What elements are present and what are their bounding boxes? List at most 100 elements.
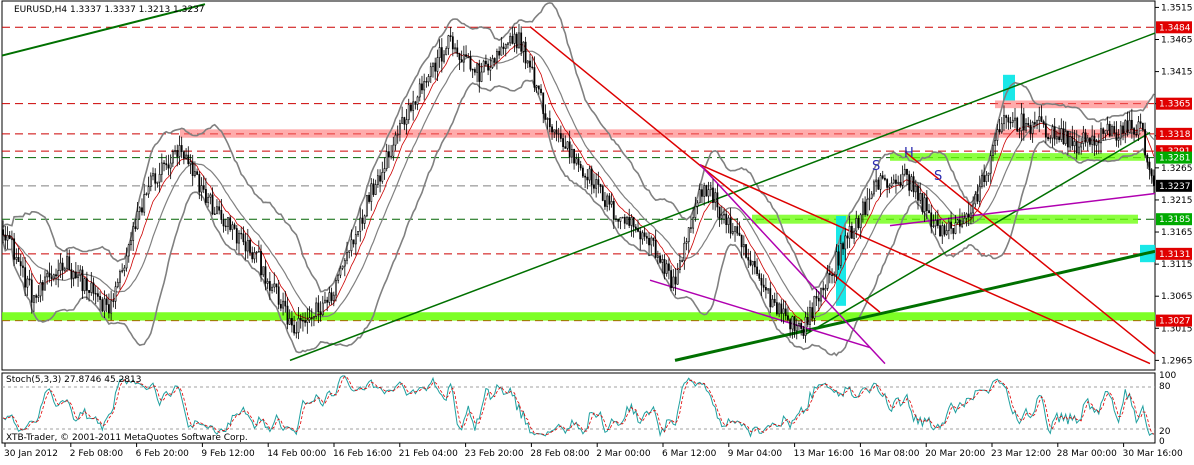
time-label: 2 Mar 00:00 xyxy=(596,449,651,459)
time-label: 30 Mar 16:00 xyxy=(1123,449,1183,459)
candle-body xyxy=(26,278,29,288)
candle-body xyxy=(123,267,126,271)
candle-body xyxy=(1144,129,1146,156)
candle-body xyxy=(707,189,710,197)
candle-body xyxy=(359,217,362,232)
candle-body xyxy=(1062,128,1065,145)
candle-body xyxy=(617,219,620,222)
candle-body xyxy=(74,271,77,279)
candle-body xyxy=(471,68,474,71)
chart-svg: SHS 1.35151.34651.34151.33651.33151.3265… xyxy=(1,0,1193,459)
candle-body xyxy=(92,282,95,294)
candle-body xyxy=(784,308,787,317)
candle-body xyxy=(734,226,736,232)
candle-body xyxy=(610,201,613,205)
candle-body xyxy=(837,251,840,266)
candle-body xyxy=(1093,135,1096,146)
candle-body xyxy=(586,176,589,181)
candle-body xyxy=(542,92,545,114)
candle-body xyxy=(606,195,609,207)
candle xyxy=(705,184,708,197)
candle-body xyxy=(531,66,534,69)
candle-body xyxy=(535,85,538,88)
candle-body xyxy=(491,58,494,68)
candle-body xyxy=(273,283,276,288)
price-level-label: 1.3237 xyxy=(1159,182,1191,192)
candle-body xyxy=(833,274,836,276)
candle-body xyxy=(1119,125,1122,139)
candle-body xyxy=(449,35,452,37)
candle-body xyxy=(1036,120,1038,125)
candle-body xyxy=(877,179,880,190)
candle-body xyxy=(136,211,139,230)
candle-body xyxy=(414,101,417,105)
candle-body xyxy=(974,194,977,205)
candle-body xyxy=(513,33,516,44)
candle-body xyxy=(659,255,661,263)
candle-body xyxy=(615,218,617,220)
candle-body xyxy=(341,265,344,269)
candle-body xyxy=(577,158,580,165)
candle-body xyxy=(423,81,426,91)
candle-body xyxy=(271,286,273,291)
candle-body xyxy=(216,206,218,215)
candle-body xyxy=(978,186,981,202)
candle-body xyxy=(326,299,329,303)
candle-body xyxy=(390,155,393,158)
candle-body xyxy=(19,261,22,267)
candle-body xyxy=(498,50,501,56)
candle-body xyxy=(529,60,531,68)
candle-body xyxy=(738,232,741,236)
candle-body xyxy=(575,158,578,164)
candle-body xyxy=(582,167,584,177)
candle-body xyxy=(315,302,318,317)
candle-body xyxy=(758,273,761,279)
candle-body xyxy=(537,85,540,90)
candle-body xyxy=(1003,115,1005,125)
candle-body xyxy=(864,201,867,215)
candle-body xyxy=(156,181,159,184)
candle-body xyxy=(518,32,520,49)
candle-body xyxy=(753,261,756,268)
candle-body xyxy=(44,276,46,291)
candle-body xyxy=(421,83,423,91)
candle-body xyxy=(61,262,64,271)
candle-body xyxy=(778,303,781,315)
candle-body xyxy=(1025,123,1027,131)
candle-body xyxy=(257,250,260,253)
candle-body xyxy=(251,252,254,260)
candle-body xyxy=(855,217,858,232)
candle-body xyxy=(712,187,714,203)
candle-body xyxy=(914,185,917,193)
candle-body xyxy=(77,274,79,279)
support-zone xyxy=(2,312,1155,321)
candle-body xyxy=(760,278,763,286)
candle-body xyxy=(1016,117,1019,132)
candle-body xyxy=(1104,130,1107,134)
candle-body xyxy=(716,192,719,208)
candle-body xyxy=(954,222,957,234)
candle-body xyxy=(103,298,106,312)
candle-body xyxy=(1137,121,1140,136)
candle-body xyxy=(182,151,185,159)
candle-body xyxy=(740,234,743,248)
candle-body xyxy=(1095,141,1098,146)
candle-body xyxy=(584,175,587,178)
candle-body xyxy=(903,168,906,175)
time-label: 6 Mar 12:00 xyxy=(662,449,717,459)
candle-body xyxy=(533,67,536,88)
candle-body xyxy=(928,210,930,214)
candle-body xyxy=(1033,122,1036,125)
candle-body xyxy=(427,76,430,83)
candle-body xyxy=(330,292,333,301)
candle-body xyxy=(143,194,146,213)
candle-body xyxy=(884,177,886,180)
candle-body xyxy=(692,217,695,229)
candle-body xyxy=(207,196,210,203)
candle-body xyxy=(1130,119,1133,129)
candle-body xyxy=(703,185,706,197)
candle-body xyxy=(482,60,485,73)
candle-body xyxy=(555,129,558,135)
candle-body xyxy=(1128,119,1131,133)
candle-body xyxy=(1097,141,1100,144)
